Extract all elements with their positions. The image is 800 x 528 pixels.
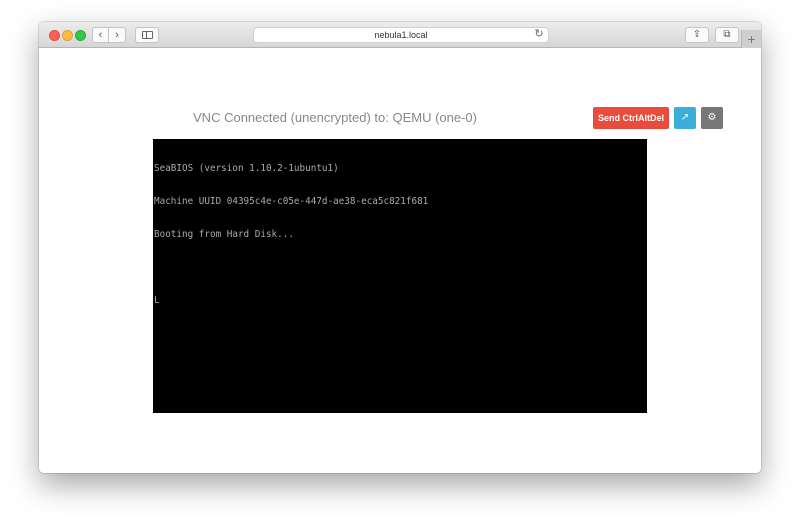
close-vnc-button[interactable]: ⚙ [701,107,723,129]
close-window-button[interactable] [49,30,60,41]
console-line: SeaBIOS (version 1.10.2-1ubuntu1) [154,163,339,174]
url-text: nebula1.local [374,30,428,40]
console-line: Machine UUID 04395c4e-c05e-447d-ae38-eca… [154,196,429,207]
send-ctrl-alt-del-button[interactable]: Send CtrlAltDel [593,107,669,129]
sidebar-icon [142,31,153,39]
address-bar[interactable]: nebula1.local [253,27,549,43]
console-line: Booting from Hard Disk... [154,229,294,240]
reload-icon: ↻ [534,28,544,40]
minimize-window-button[interactable] [62,30,73,41]
forward-button[interactable]: › [109,27,126,43]
browser-window: ‹ › nebula1.local ↻ ⇪ ⧉ + VNC Connected … [39,22,761,473]
vnc-console-screen[interactable]: SeaBIOS (version 1.10.2-1ubuntu1) Machin… [153,139,647,413]
show-tabs-button[interactable]: ⧉ [715,27,739,43]
share-button[interactable]: ⇪ [685,27,709,43]
share-icon: ⇪ [692,29,702,40]
console-line: L [154,295,160,306]
vnc-status-text: VNC Connected (unencrypted) to: QEMU (on… [193,110,477,125]
maximize-window-button[interactable] [75,30,86,41]
back-button[interactable]: ‹ [92,27,109,43]
reload-button[interactable]: ↻ [532,26,546,42]
chevron-left-icon: ‹ [98,29,103,41]
new-tab-button[interactable]: + [741,30,761,48]
browser-toolbar: ‹ › nebula1.local ↻ ⇪ ⧉ + [39,22,761,48]
external-link-icon: ↗ [680,112,690,123]
page-content: VNC Connected (unencrypted) to: QEMU (on… [39,48,761,473]
gear-icon: ⚙ [707,112,717,123]
sidebar-toggle-button[interactable] [135,27,159,43]
open-in-new-window-button[interactable]: ↗ [674,107,696,129]
tabs-icon: ⧉ [723,29,731,40]
plus-icon: + [747,31,756,47]
chevron-right-icon: › [115,29,119,41]
